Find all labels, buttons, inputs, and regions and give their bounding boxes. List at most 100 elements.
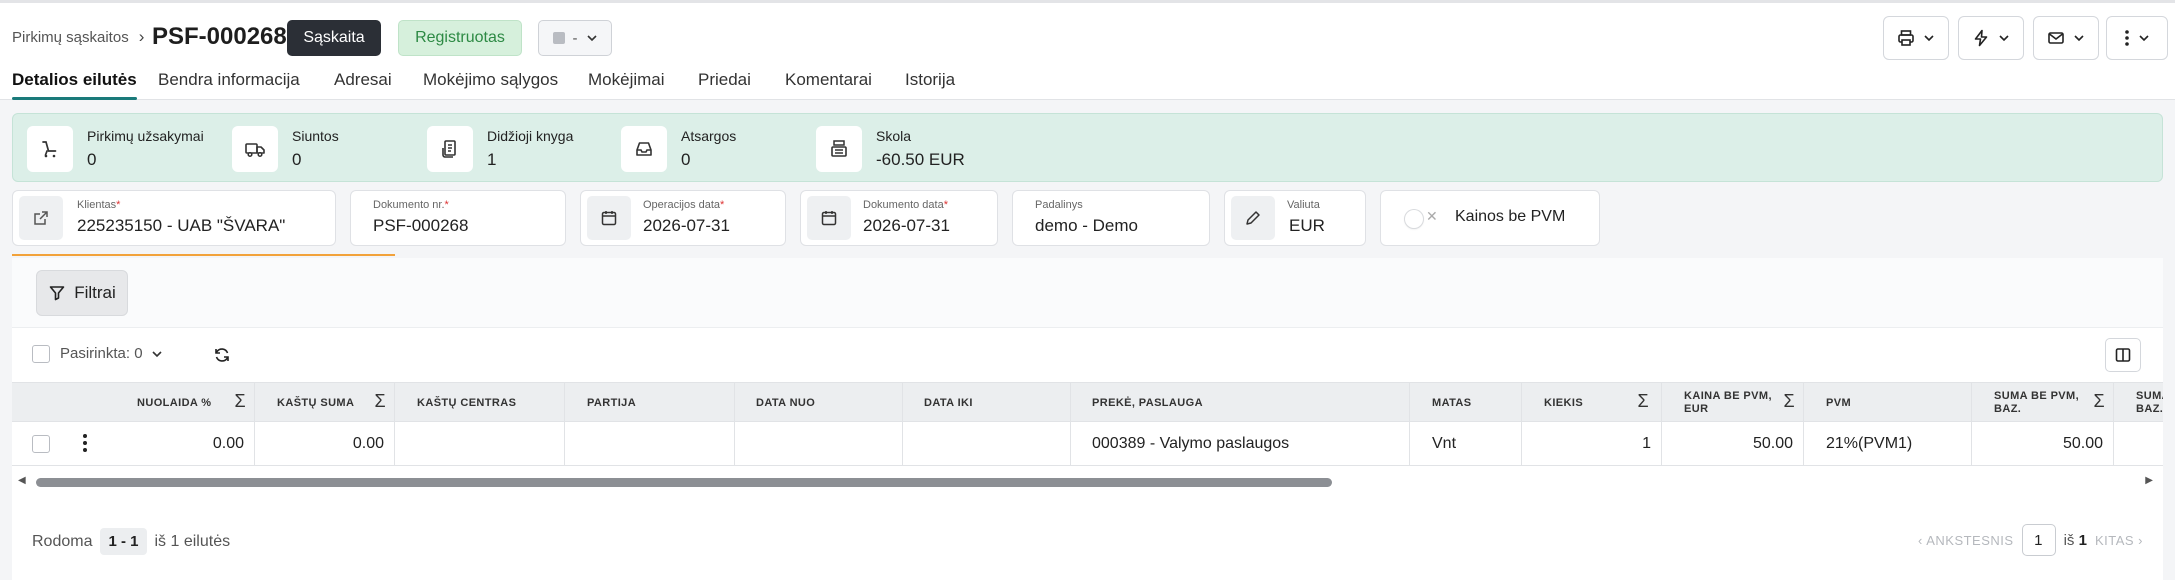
sum-icon[interactable]: Σ: [2093, 391, 2105, 412]
field-label: Klientas*: [77, 199, 121, 211]
prices-without-vat-field: ✕ Kainos be PVM: [1380, 190, 1600, 246]
summary-label: Didžioji knyga: [487, 128, 574, 144]
sum-icon[interactable]: Σ: [234, 391, 246, 412]
actions-button[interactable]: [1958, 16, 2024, 60]
print-button[interactable]: [1883, 16, 1949, 60]
column-header-unit[interactable]: MATAS: [1410, 383, 1522, 421]
document-date-value: 2026-07-31: [863, 216, 950, 235]
email-button[interactable]: [2033, 16, 2099, 60]
rows-range: 1 - 1: [100, 528, 147, 555]
cell-sum-base[interactable]: [2114, 422, 2163, 465]
scroll-right-icon[interactable]: ▶: [2145, 475, 2153, 486]
tab-attachments[interactable]: Priedai: [698, 70, 751, 100]
summary-value: -60.50 EUR: [876, 150, 965, 169]
column-settings-button[interactable]: [2105, 338, 2141, 372]
client-field[interactable]: Klientas* 225235150 - UAB "ŠVARA": [12, 190, 336, 246]
cell-vat[interactable]: 21%(PVM1): [1804, 422, 1972, 465]
cell-unit[interactable]: Vnt: [1410, 422, 1522, 465]
column-header-discount[interactable]: NUOLAIDA % Σ: [125, 383, 255, 421]
column-header-vat[interactable]: PVM: [1804, 383, 1972, 421]
horizontal-scrollbar[interactable]: ◀ ▶: [12, 472, 2163, 490]
refresh-icon: [215, 348, 229, 362]
filter-bar: Filtrai: [12, 258, 2163, 328]
department-value: demo - Demo: [1035, 216, 1138, 235]
cell-date-to[interactable]: [903, 422, 1071, 465]
lightning-icon: [1974, 29, 1988, 47]
column-header-quantity[interactable]: KIEKIS Σ: [1522, 383, 1662, 421]
table-header: NUOLAIDA % Σ KAŠTŲ SUMA Σ KAŠTŲ CENTRAS …: [12, 382, 2163, 422]
field-label: Dokumento nr.*: [373, 199, 449, 211]
tab-payments[interactable]: Mokėjimai: [588, 70, 665, 100]
cell-cost-sum[interactable]: 0.00: [255, 422, 395, 465]
cell-date-from[interactable]: [735, 422, 903, 465]
column-header-sum-base[interactable]: SUMABAZ.: [2114, 383, 2163, 421]
tab-detail-lines[interactable]: Detalios eilutės: [12, 70, 137, 100]
next-page-button[interactable]: KITAS ›: [2095, 533, 2143, 548]
summary-general-ledger[interactable]: Didžioji knyga 1: [427, 126, 573, 172]
table-row: 0.00 0.00 000389 - Valymo paslaugos Vnt …: [12, 422, 2163, 466]
chevron-right-icon: ›: [138, 27, 145, 46]
external-link-icon[interactable]: [19, 196, 63, 240]
cell-batch[interactable]: [565, 422, 735, 465]
calendar-icon[interactable]: [587, 196, 631, 240]
row-kebab-menu-icon[interactable]: [82, 434, 88, 454]
column-header-item[interactable]: PREKĖ, PASLAUGA: [1071, 383, 1410, 421]
summary-value: 0: [681, 150, 691, 169]
filter-button[interactable]: Filtrai: [36, 270, 128, 316]
calendar-icon[interactable]: [807, 196, 851, 240]
summary-purchase-orders[interactable]: Pirkimų užsakymai 0: [27, 126, 204, 172]
summary-debt[interactable]: Skola -60.50 EUR: [816, 126, 965, 172]
sum-icon[interactable]: Σ: [374, 391, 386, 412]
row-controls: [12, 422, 125, 465]
currency-field[interactable]: Valiuta EUR: [1224, 190, 1366, 246]
sum-icon[interactable]: Σ: [1637, 391, 1649, 412]
more-button[interactable]: [2106, 16, 2168, 60]
tab-bar: Detalios eilutės Bendra informacija Adre…: [0, 70, 2175, 100]
column-header-cost-sum[interactable]: KAŠTŲ SUMA Σ: [255, 383, 395, 421]
column-header-batch[interactable]: PARTIJA: [565, 383, 735, 421]
column-header-price-without-vat[interactable]: KAINA BE PVM, EUR Σ: [1662, 383, 1804, 421]
summary-shipments[interactable]: Siuntos 0: [232, 126, 339, 172]
pagination: ‹ ANKSTESNIS 1 iš 1 KITAS ›: [1918, 524, 2143, 556]
document-date-field[interactable]: Dokumento data* 2026-07-31: [800, 190, 998, 246]
header-row-controls: [12, 383, 125, 421]
status-select[interactable]: -: [538, 20, 612, 56]
cell-price-without-vat[interactable]: 50.00: [1662, 422, 1804, 465]
operation-date-field[interactable]: Operacijos data* 2026-07-31: [580, 190, 786, 246]
doc-type-badge: Sąskaita: [287, 20, 381, 56]
prices-without-vat-toggle[interactable]: ✕: [1405, 208, 1438, 228]
scroll-thumb[interactable]: [36, 478, 1332, 487]
breadcrumb-link[interactable]: Pirkimų sąskaitos: [12, 29, 129, 46]
row-checkbox[interactable]: [32, 435, 50, 453]
scroll-left-icon[interactable]: ◀: [18, 475, 26, 486]
tab-payment-terms[interactable]: Mokėjimo sąlygos: [423, 70, 558, 100]
department-field[interactable]: Padalinys demo - Demo: [1012, 190, 1210, 246]
cell-sum-without-vat-base[interactable]: 50.00: [1972, 422, 2114, 465]
tab-addresses[interactable]: Adresai: [334, 70, 392, 100]
tab-general-info[interactable]: Bendra informacija: [158, 70, 300, 100]
page-total: iš 1: [2063, 531, 2087, 549]
cell-cost-center[interactable]: [395, 422, 565, 465]
pencil-icon[interactable]: [1231, 196, 1275, 240]
column-header-sum-without-vat-base[interactable]: SUMA BE PVM, BAZ. Σ: [1972, 383, 2114, 421]
select-all-checkbox[interactable]: [32, 345, 50, 363]
tab-comments[interactable]: Komentarai: [785, 70, 872, 100]
cell-discount[interactable]: 0.00: [125, 422, 255, 465]
summary-inventory[interactable]: Atsargos 0: [621, 126, 736, 172]
inbox-icon: [621, 126, 667, 172]
tab-history[interactable]: Istorija: [905, 70, 955, 100]
previous-page-button[interactable]: ‹ ANKSTESNIS: [1918, 533, 2014, 548]
refresh-button[interactable]: [208, 341, 236, 369]
cell-item[interactable]: 000389 - Valymo paslaugos: [1071, 422, 1410, 465]
column-header-date-to[interactable]: DATA IKI: [903, 383, 1071, 421]
cell-quantity[interactable]: 1: [1522, 422, 1662, 465]
column-header-cost-center[interactable]: KAŠTŲ CENTRAS: [395, 383, 565, 421]
sum-icon[interactable]: Σ: [1783, 391, 1795, 412]
selected-dropdown[interactable]: Pasirinkta: 0: [60, 345, 163, 362]
page-number-input[interactable]: 1: [2021, 524, 2056, 556]
printer-icon: [1898, 30, 1914, 46]
loading-progress-bar: [12, 254, 395, 256]
operation-date-value: 2026-07-31: [643, 216, 730, 235]
doc-number-field[interactable]: Dokumento nr.* PSF-000268: [350, 190, 566, 246]
column-header-date-from[interactable]: DATA NUO: [735, 383, 903, 421]
